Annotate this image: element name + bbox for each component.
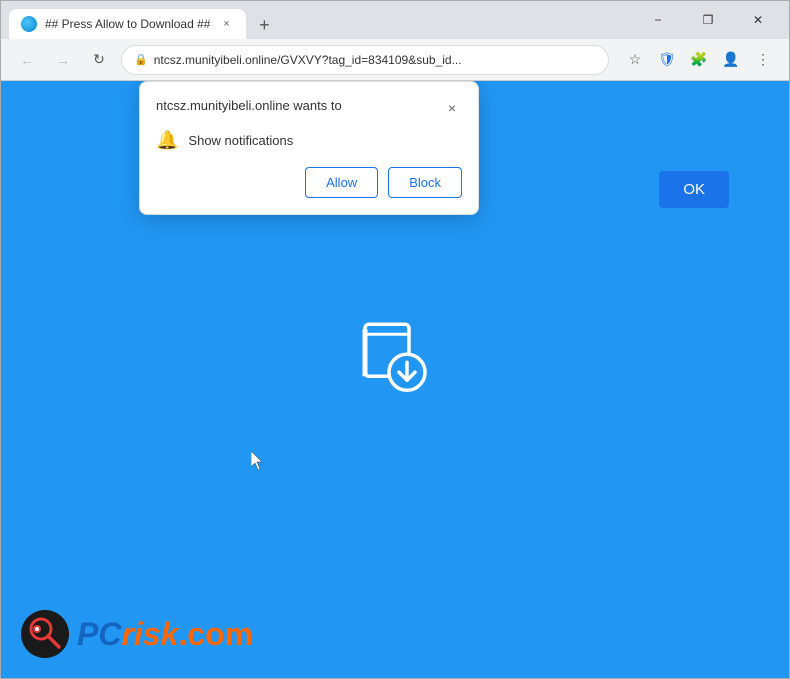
bell-icon: 🔔 xyxy=(156,130,178,151)
watermark: PCrisk.com xyxy=(21,610,253,658)
browser-window: ## Press Allow to Download ## × + − ❐ ✕ … xyxy=(0,0,790,679)
popup-title: ntcsz.munityibeli.online wants to xyxy=(156,98,342,113)
pc-text: PC xyxy=(77,616,121,652)
close-button[interactable]: ✕ xyxy=(735,5,781,35)
maximize-button[interactable]: ❐ xyxy=(685,5,731,35)
notification-popup: ntcsz.munityibeli.online wants to × 🔔 Sh… xyxy=(139,81,479,215)
tab-area: ## Press Allow to Download ## × + xyxy=(9,1,629,39)
pcrisk-logo-icon xyxy=(21,610,69,658)
lock-icon: 🔒 xyxy=(134,53,148,66)
menu-icon[interactable]: ⋮ xyxy=(749,46,777,74)
page-content: ntcsz.munityibeli.online wants to × 🔔 Sh… xyxy=(1,81,789,678)
download-illustration xyxy=(355,316,435,401)
forward-button[interactable]: → xyxy=(49,46,77,74)
pcrisk-text: PCrisk.com xyxy=(77,616,253,653)
permission-label: Show notifications xyxy=(188,133,293,148)
extension-icon[interactable]: 🧩 xyxy=(685,46,713,74)
allow-button[interactable]: Allow xyxy=(305,167,378,198)
title-bar: ## Press Allow to Download ## × + − ❐ ✕ xyxy=(1,1,789,39)
shield-icon[interactable]: 🛡 xyxy=(653,46,681,74)
toolbar-icons: ☆ 🛡 🧩 👤 ⋮ xyxy=(621,46,777,74)
popup-permission: 🔔 Show notifications xyxy=(156,130,462,151)
address-bar: ← → ↻ 🔒 ntcsz.munityibeli.online/GVXVY?t… xyxy=(1,39,789,81)
popup-close-button[interactable]: × xyxy=(442,98,462,118)
minimize-button[interactable]: − xyxy=(635,5,681,35)
risk-text: risk xyxy=(121,616,178,652)
block-button[interactable]: Block xyxy=(388,167,462,198)
popup-header: ntcsz.munityibeli.online wants to × xyxy=(156,98,462,118)
profile-icon[interactable]: 👤 xyxy=(717,46,745,74)
tab-label: ## Press Allow to Download ## xyxy=(45,17,210,31)
dotcom-text: .com xyxy=(178,616,253,652)
tab-close-button[interactable]: × xyxy=(218,16,234,32)
reload-button[interactable]: ↻ xyxy=(85,46,113,74)
url-text: ntcsz.munityibeli.online/GVXVY?tag_id=83… xyxy=(154,53,596,67)
tab-favicon xyxy=(21,16,37,32)
active-tab[interactable]: ## Press Allow to Download ## × xyxy=(9,9,246,39)
ok-button[interactable]: OK xyxy=(659,171,729,208)
new-tab-button[interactable]: + xyxy=(250,11,278,39)
address-input[interactable]: 🔒 ntcsz.munityibeli.online/GVXVY?tag_id=… xyxy=(121,45,609,75)
window-controls: − ❐ ✕ xyxy=(635,5,781,35)
back-button[interactable]: ← xyxy=(13,46,41,74)
bookmark-icon[interactable]: ☆ xyxy=(621,46,649,74)
popup-buttons: Allow Block xyxy=(156,167,462,198)
